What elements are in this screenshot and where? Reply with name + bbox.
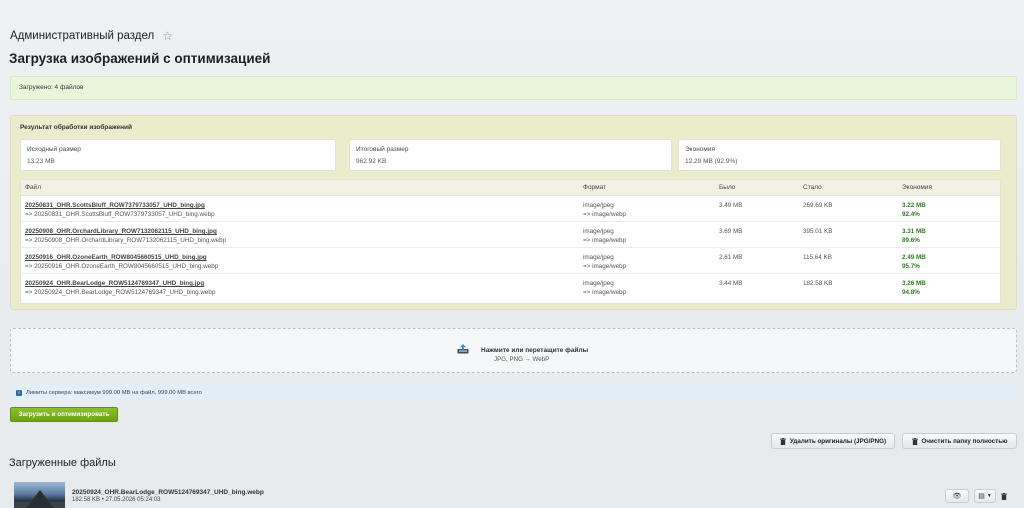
admin-section-label: Административный раздел [10, 30, 155, 42]
saved-percent: 89.6% [902, 237, 920, 244]
stat-value: 13.23 MB [27, 158, 55, 165]
source-file-name: 20250924_OHR.BearLodge_ROW5124769347_UHD… [25, 280, 205, 287]
format-from: image/jpeg [583, 254, 614, 261]
converted-file-name: => 20250924_OHR.BearLodge_ROW5124769347_… [25, 289, 216, 296]
size-before: 2.61 MB [719, 254, 743, 261]
table-row: 20250831_OHR.ScottsBluff_ROW7379733057_U… [21, 196, 1000, 222]
page-title: Загрузка изображений с оптимизацией [9, 51, 271, 66]
uploaded-file-name: 20250924_OHR.BearLodge_ROW5124769347_UHD… [72, 489, 264, 496]
column-header-savings: Экономия [902, 184, 933, 191]
column-header-format: Формат [583, 184, 607, 191]
eye-icon: 👁 [952, 493, 962, 500]
clear-folder-label: Очистить папку полностью [921, 437, 1008, 445]
trash-icon [911, 437, 918, 445]
trash-icon [779, 437, 786, 445]
format-from: image/jpeg [583, 228, 614, 235]
table-row: 20250924_OHR.BearLodge_ROW5124769347_UHD… [21, 274, 1000, 300]
chevron-down-icon: ▼ [986, 493, 992, 499]
admin-section-title: Административный раздел ☆ [10, 29, 173, 43]
size-after: 269.69 KB [803, 202, 833, 209]
size-after: 115.64 KB [803, 254, 832, 261]
table-row: 20250908_OHR.OrchardLibrary_ROW713206211… [21, 222, 1000, 248]
saved-size: 3.26 MB [902, 280, 926, 287]
delete-originals-button[interactable]: Удалить оригиналы (JPG/PNG) [771, 433, 895, 449]
source-file-name: 20250831_OHR.ScottsBluff_ROW7379733057_U… [25, 202, 205, 209]
file-dropzone[interactable]: Нажмите или перетащите файлы JPG, PNG → … [10, 328, 1017, 373]
delete-originals-label: Удалить оригиналы (JPG/PNG) [789, 437, 887, 445]
size-after: 395.01 KB [803, 228, 833, 235]
table-row: 20250916_OHR.OzoneEarth_ROW8045660515_UH… [21, 248, 1000, 274]
stat-savings: Экономия 12.29 MB (92.9%) [678, 139, 1001, 171]
document-icon: ▤ [978, 493, 985, 500]
dropzone-title: Нажмите или перетащите файлы [481, 347, 589, 354]
saved-percent: 95.7% [902, 263, 920, 270]
view-file-button[interactable]: 👁 [945, 489, 969, 503]
stat-original-size: Исходный размер 13.23 MB [20, 139, 336, 171]
server-limits-text: Лимиты сервера: максимум 999.00 MB на фа… [26, 389, 202, 396]
star-icon[interactable]: ☆ [162, 29, 173, 43]
saved-percent: 92.4% [902, 211, 920, 218]
upload-tray-icon [457, 344, 469, 354]
format-from: image/jpeg [583, 202, 614, 209]
result-panel: Результат обработки изображений Исходный… [10, 115, 1017, 310]
saved-percent: 94.8% [902, 289, 920, 296]
converted-file-name: => 20250831_OHR.ScottsBluff_ROW737973305… [25, 211, 215, 218]
saved-size: 3.31 MB [902, 228, 926, 235]
file-menu-button[interactable]: ▤ ▼ [974, 489, 996, 503]
format-to: => image/webp [583, 263, 627, 270]
format-to: => image/webp [583, 211, 627, 218]
trash-icon [1001, 492, 1007, 500]
format-to: => image/webp [583, 289, 627, 296]
uploaded-file-meta: 182.58 KB • 27.05.2026 05:24:03 [72, 497, 161, 503]
source-file-name: 20250908_OHR.OrchardLibrary_ROW713206211… [25, 228, 217, 235]
file-thumbnail[interactable] [14, 482, 65, 508]
uploaded-files-title: Загруженные файлы [9, 457, 116, 469]
stat-value: 962.92 KB [356, 158, 387, 165]
delete-file-button[interactable] [997, 489, 1011, 503]
stat-label: Исходный размер [27, 146, 81, 153]
stat-final-size: Итоговый размер 962.92 KB [349, 139, 672, 171]
converted-file-name: => 20250916_OHR.OzoneEarth_ROW8045660515… [25, 263, 219, 270]
info-icon: i [16, 389, 22, 396]
server-limits-info: i Лимиты сервера: максимум 999.00 MB на … [10, 385, 1017, 400]
column-header-after: Стало [803, 184, 822, 191]
size-after: 182.58 KB [803, 280, 833, 287]
column-header-file: Файл [25, 184, 41, 191]
table-header: Файл Формат Было Стало Экономия [21, 180, 1000, 196]
upload-optimize-button[interactable]: Загрузить и оптимизировать [10, 407, 118, 422]
clear-folder-button[interactable]: Очистить папку полностью [902, 433, 1017, 449]
upload-notice: Загружено: 4 файлов [10, 76, 1017, 100]
source-file-name: 20250916_OHR.OzoneEarth_ROW8045660515_UH… [25, 254, 207, 261]
converted-file-name: => 20250908_OHR.OrchardLibrary_ROW713206… [25, 237, 227, 244]
dropzone-subtitle: JPG, PNG → WebP [494, 356, 550, 363]
saved-size: 2.49 MB [902, 254, 926, 261]
result-title: Результат обработки изображений [20, 124, 133, 131]
size-before: 3.44 MB [719, 280, 743, 287]
stat-value: 12.29 MB (92.9%) [685, 158, 738, 165]
results-table: Файл Формат Было Стало Экономия 20250831… [20, 179, 1001, 304]
column-header-before: Было [719, 184, 736, 191]
stat-label: Итоговый размер [356, 146, 409, 153]
stat-label: Экономия [685, 146, 716, 153]
size-before: 3.49 MB [719, 202, 743, 209]
size-before: 3.69 MB [719, 228, 743, 235]
format-from: image/jpeg [583, 280, 614, 287]
format-to: => image/webp [583, 237, 627, 244]
uploaded-file-item: 20250924_OHR.BearLodge_ROW5124769347_UHD… [14, 481, 1017, 508]
saved-size: 3.22 MB [902, 202, 926, 209]
